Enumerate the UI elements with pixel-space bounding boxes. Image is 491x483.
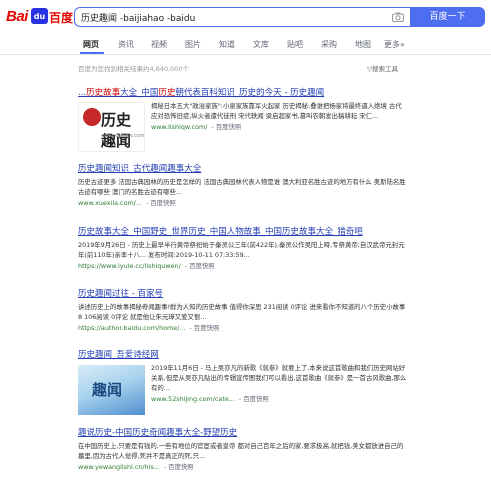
header: Bai du 百度 百度一下 xyxy=(0,0,491,34)
result-url[interactable]: www.yewanglishi.cn/his... xyxy=(78,463,160,471)
search-box[interactable] xyxy=(74,7,410,27)
result-abstract: 历史古迹更多 法国古典园林的历史是怎样的 法国古典园林代表人物是谁 澳大利亚名胜… xyxy=(78,178,406,196)
result-thumbnail[interactable]: 历史趣闻 www.lishiqw.com xyxy=(78,102,145,152)
search-result: ...历史故事大全_中国历史朝代表百科知识_历史的今天 - 历史趣闻 历史趣闻 … xyxy=(78,86,408,152)
result-title[interactable]: 历史故事大全_中国野史_世界历史_中国人物故事_中国历史故事大全_猎奇吧 xyxy=(78,225,408,237)
result-url[interactable]: https://www.iyule.cc/lishiquwen/ xyxy=(78,262,181,270)
thumb-url: www.lishiqw.com xyxy=(102,133,145,139)
result-url[interactable]: www.52shijing.com/cate... xyxy=(151,395,235,403)
tab-caigou[interactable]: 采购 xyxy=(321,39,337,50)
search-result: 趣说历史-中国历史奇闻趣事大全-野望历史 在中国历史上,只要是有钱的,一些有地位… xyxy=(78,426,408,471)
snapshot-link[interactable]: - 百度快照 xyxy=(239,395,269,403)
nav-tabs: 网页 资讯 视频 图片 知道 文库 贴吧 采购 地图 更多» xyxy=(0,36,491,55)
thumb-title: 历史趣闻 xyxy=(101,111,132,150)
snapshot-link[interactable]: - 百度快照 xyxy=(211,123,241,131)
result-url-line: https://www.iyule.cc/lishiquwen/ - 百度快照 xyxy=(78,261,408,270)
search-input[interactable] xyxy=(81,8,381,26)
baidu-logo[interactable]: Bai du 百度 xyxy=(6,7,76,27)
logo-bai: Bai xyxy=(6,8,28,25)
result-title[interactable]: 历史趣闻_吾爱诗经网 xyxy=(78,348,408,360)
title-highlight: 历史 xyxy=(158,88,176,98)
tab-web[interactable]: 网页 xyxy=(83,39,99,50)
result-abstract: 在中国历史上,只要是有钱的,一些有地位的官宦或者皇帝 都对自己百年之后的家,要求… xyxy=(78,442,404,460)
snapshot-link[interactable]: - 百度快照 xyxy=(185,262,215,270)
result-abstract: 讲述历史上的故事揭秘奇闻趣事!鲜为人知的历史故事 值得你深思 231阅读 0评论… xyxy=(78,303,406,321)
result-url[interactable]: https://author.baidu.com/home/... xyxy=(78,324,185,332)
result-title[interactable]: 趣说历史-中国历史奇闻趣事大全-野望历史 xyxy=(78,426,408,438)
snapshot-link[interactable]: - 百度快照 xyxy=(164,463,194,471)
result-url[interactable]: www.xuexila.com/... xyxy=(78,199,142,207)
thumb-title: 趣闻 xyxy=(92,381,123,399)
tab-map[interactable]: 地图 xyxy=(355,39,371,50)
camera-icon[interactable] xyxy=(392,12,404,22)
result-abstract: 揭秘日本五大"政治家族":小泉家族靠军火起家 历史揭秘:叠谁把杨家将最终逼入绝境… xyxy=(151,102,402,120)
snapshot-link[interactable]: - 百度快照 xyxy=(189,324,219,332)
tab-news[interactable]: 资讯 xyxy=(118,39,134,50)
active-tab-indicator xyxy=(80,52,104,54)
result-count: 百度为您找到相关结果约4,640,000个 xyxy=(78,65,190,73)
result-url-line: www.52shijing.com/cate... - 百度快照 xyxy=(151,394,408,403)
title-part: 大全_中国 xyxy=(120,88,159,98)
title-part: ... xyxy=(78,88,87,98)
title-part: 朝代表百科知识_历史的今天 - 历史趣闻 xyxy=(175,88,325,98)
title-highlight: 历史故事 xyxy=(86,88,121,98)
tab-zhidao[interactable]: 知道 xyxy=(219,39,235,50)
result-abstract: 2019年11月6日 - 马上吴亦凡的新歌《就参》就要上了,本来说这首歌曲和我们… xyxy=(151,364,407,392)
result-title[interactable]: 历史趣闻过往 - 百家号 xyxy=(78,287,408,299)
result-url-line: www.lishiqw.com/ - 百度快照 xyxy=(151,122,408,131)
search-button[interactable]: 百度一下 xyxy=(410,7,485,27)
tab-tieba[interactable]: 贴吧 xyxy=(287,39,303,50)
search-tools[interactable]: ▽搜索工具 xyxy=(367,63,398,73)
tab-wenku[interactable]: 文库 xyxy=(253,39,269,50)
result-title[interactable]: 历史趣闻知识_古代趣闻趣事大全 xyxy=(78,162,408,174)
result-abstract: 2019年9月26日 - 历史上最早半行黄帝祭祀始于秦灵公三年(前422年),秦… xyxy=(78,241,405,259)
search-result: 历史趣闻过往 - 百家号 讲述历史上的故事揭秘奇闻趣事!鲜为人知的历史故事 值得… xyxy=(78,287,408,332)
result-title[interactable]: ...历史故事大全_中国历史朝代表百科知识_历史的今天 - 历史趣闻 xyxy=(78,86,408,98)
result-url-line: https://author.baidu.com/home/... - 百度快照 xyxy=(78,323,408,332)
tab-more[interactable]: 更多» xyxy=(384,39,405,50)
logo-cn: 百度 xyxy=(49,11,74,25)
search-result: 历史趣闻知识_古代趣闻趣事大全 历史古迹更多 法国古典园林的历史是怎样的 法国古… xyxy=(78,162,408,207)
tab-images[interactable]: 图片 xyxy=(185,39,201,50)
search-tools-label: 搜索工具 xyxy=(372,65,398,73)
snapshot-link[interactable]: - 百度快照 xyxy=(146,199,176,207)
result-thumbnail[interactable]: 趣闻 xyxy=(78,365,145,415)
seal-icon xyxy=(83,108,101,126)
search-result: 历史趣闻_吾爱诗经网 趣闻 2019年11月6日 - 马上吴亦凡的新歌《就参》就… xyxy=(78,348,408,415)
search-result: 历史故事大全_中国野史_世界历史_中国人物故事_中国历史故事大全_猎奇吧 201… xyxy=(78,225,408,270)
result-url-line: www.yewanglishi.cn/his... - 百度快照 xyxy=(78,462,408,471)
result-url-line: www.xuexila.com/... - 百度快照 xyxy=(78,198,408,207)
result-url[interactable]: www.lishiqw.com/ xyxy=(151,123,207,131)
tab-video[interactable]: 视频 xyxy=(151,39,167,50)
paw-icon: du xyxy=(31,8,48,24)
